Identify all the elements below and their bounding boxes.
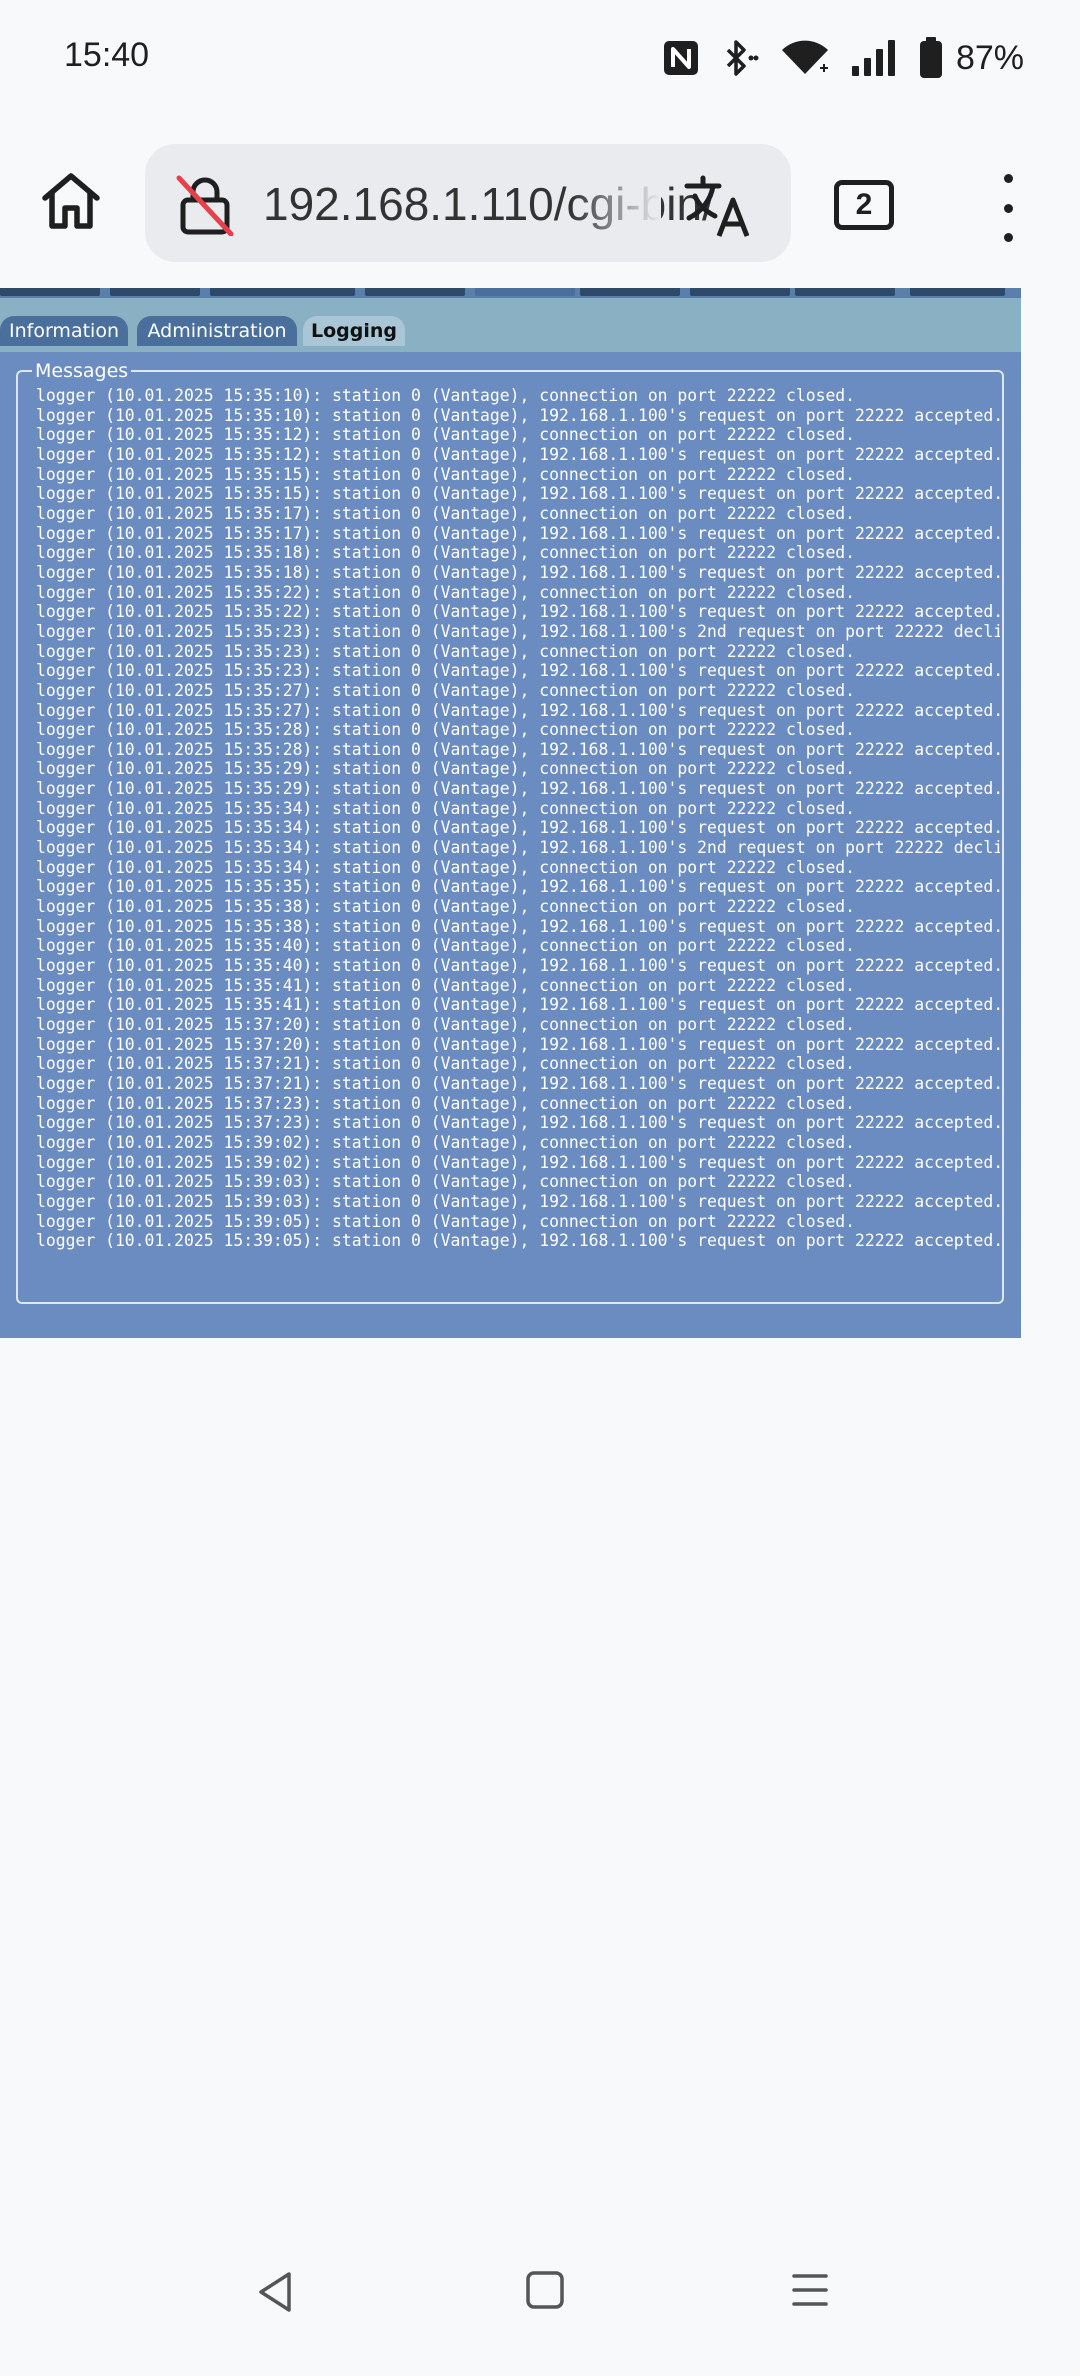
home-button[interactable] [36, 158, 106, 244]
back-icon[interactable] [255, 2270, 295, 2314]
system-nav-bar [0, 2230, 1080, 2376]
log-line: logger (10.01.2025 15:35:23): station 0 … [36, 621, 1000, 641]
insecure-lock-icon[interactable] [175, 174, 235, 236]
log-line: logger (10.01.2025 15:35:40): station 0 … [36, 956, 1000, 976]
log-line: logger (10.01.2025 15:35:38): station 0 … [36, 916, 1000, 936]
bluetooth-icon [726, 40, 759, 76]
log-line: logger (10.01.2025 15:35:40): station 0 … [36, 936, 856, 956]
log-line: logger (10.01.2025 15:35:27): station 0 … [36, 700, 1000, 720]
log-line: logger (10.01.2025 15:35:15): station 0 … [36, 484, 1000, 504]
log-line: logger (10.01.2025 15:37:20): station 0 … [36, 1015, 856, 1034]
log-line: logger (10.01.2025 15:37:20): station 0 … [36, 1034, 1000, 1054]
log-line: logger (10.01.2025 15:35:29): station 0 … [36, 779, 1000, 799]
log-line: logger (10.01.2025 15:39:03): station 0 … [36, 1191, 1000, 1211]
battery-icon [919, 37, 942, 78]
log-line: logger (10.01.2025 15:35:34): station 0 … [36, 838, 1000, 858]
log-line: logger (10.01.2025 15:35:41): station 0 … [36, 975, 856, 995]
log-line: logger (10.01.2025 15:35:35): station 0 … [36, 877, 1000, 897]
status-time: 15:40 [64, 36, 150, 74]
main-tab[interactable] [910, 288, 1005, 296]
main-tab[interactable] [690, 288, 790, 296]
log-line: logger (10.01.2025 15:35:10): station 0 … [36, 405, 1000, 425]
log-line: logger (10.01.2025 15:35:23): station 0 … [36, 661, 1000, 681]
address-bar[interactable]: 192.168.1.110/cgi-bin/ [145, 144, 791, 262]
log-line: logger (10.01.2025 15:39:05): station 0 … [36, 1211, 856, 1231]
tabs-button[interactable]: 2 [834, 180, 894, 230]
log-line: logger (10.01.2025 15:35:41): station 0 … [36, 995, 1000, 1015]
log-output[interactable]: logger (10.01.2025 15:35:10): station 0 … [36, 386, 1000, 1286]
log-line: logger (10.01.2025 15:35:17): station 0 … [36, 523, 1000, 543]
log-line: logger (10.01.2025 15:37:23): station 0 … [36, 1093, 856, 1113]
home-icon [42, 173, 100, 229]
log-line: logger (10.01.2025 15:35:34): station 0 … [36, 818, 1000, 838]
log-line: logger (10.01.2025 15:39:05): station 0 … [36, 1231, 1000, 1251]
web-page: Information Administration Logging Messa… [0, 288, 1021, 1338]
status-bar: 15:40 87% [0, 0, 1080, 118]
log-line: logger (10.01.2025 15:35:10): station 0 … [36, 386, 856, 405]
log-line: logger (10.01.2025 15:35:17): station 0 … [36, 503, 856, 523]
browser-toolbar: 192.168.1.110/cgi-bin/ 2 [0, 118, 1080, 288]
log-line: logger (10.01.2025 15:39:02): station 0 … [36, 1132, 856, 1152]
main-tab[interactable] [0, 288, 100, 296]
wifi-icon [781, 40, 828, 74]
url-fade [571, 144, 661, 262]
log-line: logger (10.01.2025 15:35:27): station 0 … [36, 680, 856, 700]
main-tab[interactable] [475, 288, 575, 296]
main-tab[interactable] [210, 288, 355, 296]
log-line: logger (10.01.2025 15:35:28): station 0 … [36, 720, 856, 740]
log-line: logger (10.01.2025 15:35:22): station 0 … [36, 602, 1000, 622]
tab-logging[interactable]: Logging [303, 316, 405, 346]
log-line: logger (10.01.2025 15:35:34): station 0 … [36, 857, 856, 877]
nfc-icon [663, 41, 698, 75]
log-line: logger (10.01.2025 15:35:15): station 0 … [36, 464, 856, 484]
log-line: logger (10.01.2025 15:35:18): station 0 … [36, 562, 1000, 582]
main-tab[interactable] [110, 288, 200, 296]
battery-percent: 87% [955, 38, 1024, 77]
log-line: logger (10.01.2025 15:35:18): station 0 … [36, 543, 856, 563]
signal-icon [851, 40, 895, 76]
log-line: logger (10.01.2025 15:37:21): station 0 … [36, 1054, 856, 1074]
tab-count: 2 [855, 188, 873, 221]
log-line: logger (10.01.2025 15:35:29): station 0 … [36, 759, 856, 779]
recents-icon[interactable] [790, 2270, 830, 2310]
translate-icon[interactable] [683, 174, 755, 238]
messages-fieldset: Messages logger (10.01.2025 15:35:10): s… [16, 359, 1004, 1304]
more-menu-button[interactable] [990, 168, 1026, 248]
log-line: logger (10.01.2025 15:35:12): station 0 … [36, 425, 856, 445]
main-tabs-strip [0, 288, 1021, 298]
log-line: logger (10.01.2025 15:37:23): station 0 … [36, 1113, 1000, 1133]
messages-legend: Messages [32, 359, 132, 383]
log-line: logger (10.01.2025 15:35:22): station 0 … [36, 582, 856, 602]
more-vert-icon [1003, 174, 1013, 183]
log-lines: logger (10.01.2025 15:35:10): station 0 … [36, 386, 1000, 1251]
log-line: logger (10.01.2025 15:39:03): station 0 … [36, 1172, 856, 1192]
log-line: logger (10.01.2025 15:35:12): station 0 … [36, 444, 1000, 464]
home-square-icon[interactable] [525, 2270, 565, 2310]
log-line: logger (10.01.2025 15:35:38): station 0 … [36, 897, 856, 917]
main-tab[interactable] [795, 288, 895, 296]
status-icons: 87% [662, 36, 1024, 80]
sub-tabs-bar: Information Administration Logging [0, 298, 1021, 352]
log-line: logger (10.01.2025 15:39:02): station 0 … [36, 1152, 1000, 1172]
log-line: logger (10.01.2025 15:35:34): station 0 … [36, 798, 856, 818]
main-tab[interactable] [580, 288, 680, 296]
log-line: logger (10.01.2025 15:37:21): station 0 … [36, 1073, 1000, 1093]
log-line: logger (10.01.2025 15:35:23): station 0 … [36, 641, 856, 661]
tab-information[interactable]: Information [0, 316, 128, 346]
tab-administration[interactable]: Administration [137, 316, 297, 346]
log-line: logger (10.01.2025 15:35:28): station 0 … [36, 739, 1000, 759]
main-tab[interactable] [365, 288, 465, 296]
